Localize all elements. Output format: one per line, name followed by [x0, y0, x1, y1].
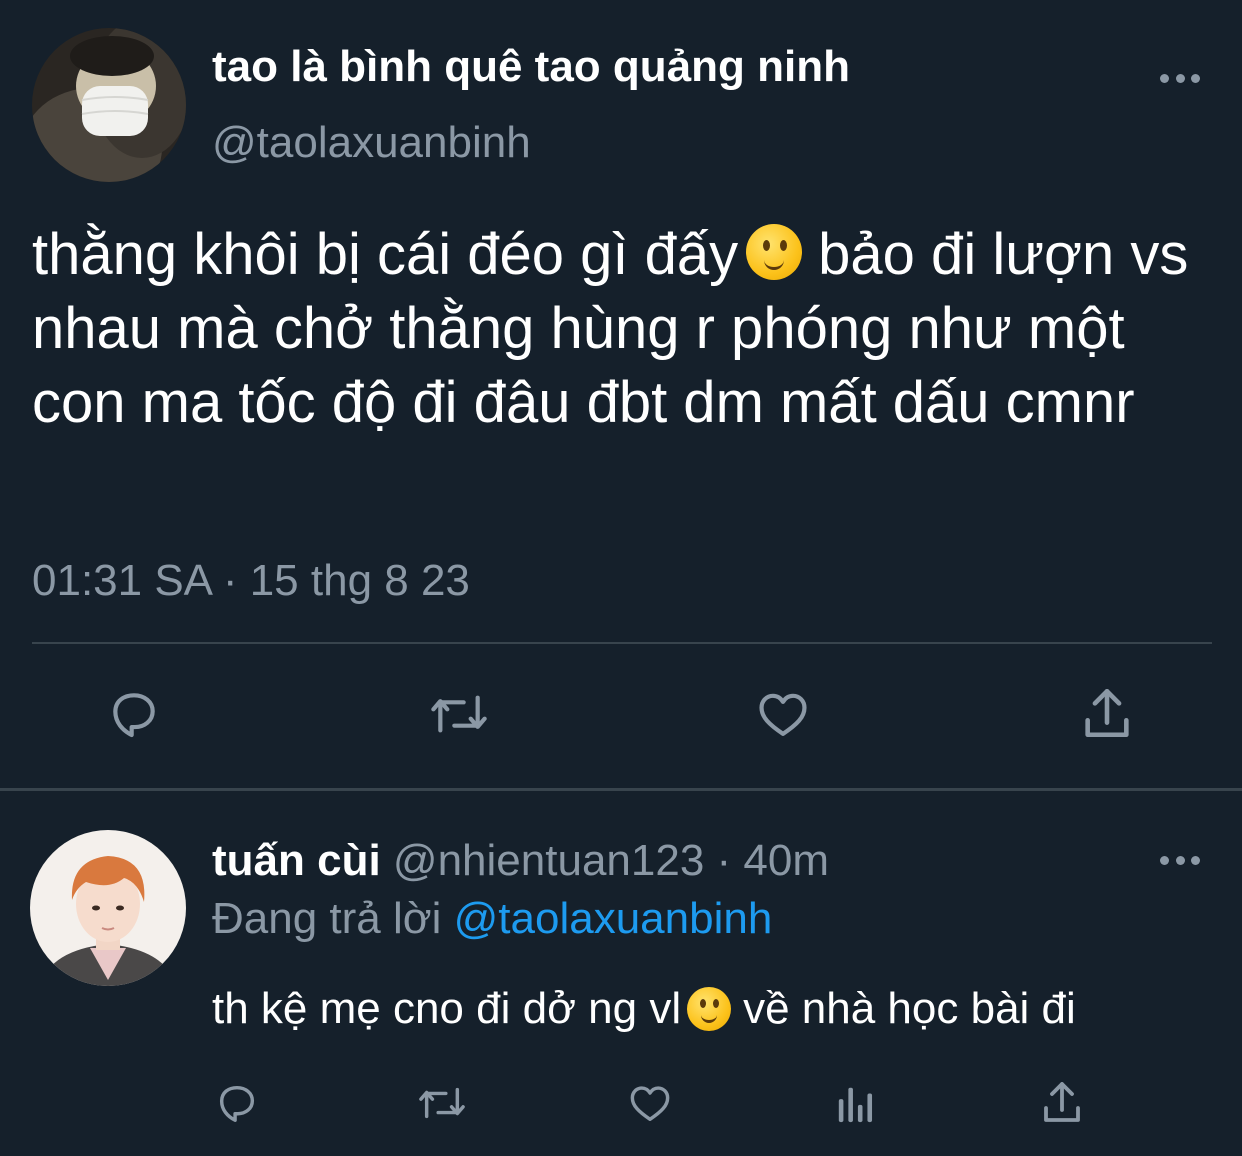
more-options-icon[interactable]	[1160, 854, 1200, 866]
reply-text-part-2: về nhà học bài đi	[743, 984, 1076, 1033]
avatar[interactable]	[32, 28, 186, 182]
replying-to-handle[interactable]: @taolaxuanbinh	[454, 894, 773, 943]
more-options-icon[interactable]	[1160, 72, 1200, 84]
tweet-text: thằng khôi bị cái đéo gì đấy bảo đi lượn …	[32, 218, 1232, 440]
tweet-text-part-1: thằng khôi bị cái đéo gì đấy	[32, 222, 739, 287]
section-divider	[0, 788, 1242, 791]
like-icon[interactable]	[626, 1080, 674, 1126]
user-handle[interactable]: @taolaxuanbinh	[212, 118, 531, 168]
retweet-icon[interactable]	[414, 1080, 470, 1126]
reply-icon[interactable]	[214, 1080, 260, 1126]
like-icon[interactable]	[754, 686, 812, 742]
reply-text-part-1: th kệ mẹ cno đi dở ng vl	[212, 984, 682, 1033]
divider	[32, 642, 1212, 644]
analytics-icon[interactable]	[834, 1082, 878, 1124]
replying-to-label: Đang trả lời	[212, 894, 442, 943]
reply-icon[interactable]	[106, 686, 162, 742]
retweet-icon[interactable]	[426, 686, 492, 742]
reply-time: · 40m	[716, 836, 830, 885]
tweet-timestamp[interactable]: 01:31 SA · 15 thg 8 23	[32, 556, 470, 606]
reply-text: th kệ mẹ cno đi dở ng vl về nhà học bài đ…	[212, 984, 1076, 1034]
display-name[interactable]: tao là bình quê tao quảng ninh	[212, 42, 850, 92]
share-icon[interactable]	[1040, 1078, 1084, 1126]
slightly-smiling-face-icon	[687, 987, 732, 1031]
reply-user-handle[interactable]: @nhientuan123	[393, 836, 704, 885]
reply-display-name[interactable]: tuấn cùi	[212, 836, 381, 885]
main-tweet: tao là bình quê tao quảng ninh @taolaxua…	[0, 0, 1242, 788]
avatar[interactable]	[30, 830, 186, 986]
replying-to: Đang trả lời @taolaxuanbinh	[212, 894, 772, 944]
share-icon[interactable]	[1080, 684, 1134, 742]
slightly-smiling-face-icon	[746, 224, 803, 280]
reply-header: tuấn cùi @nhientuan123 · 40m	[212, 836, 829, 886]
